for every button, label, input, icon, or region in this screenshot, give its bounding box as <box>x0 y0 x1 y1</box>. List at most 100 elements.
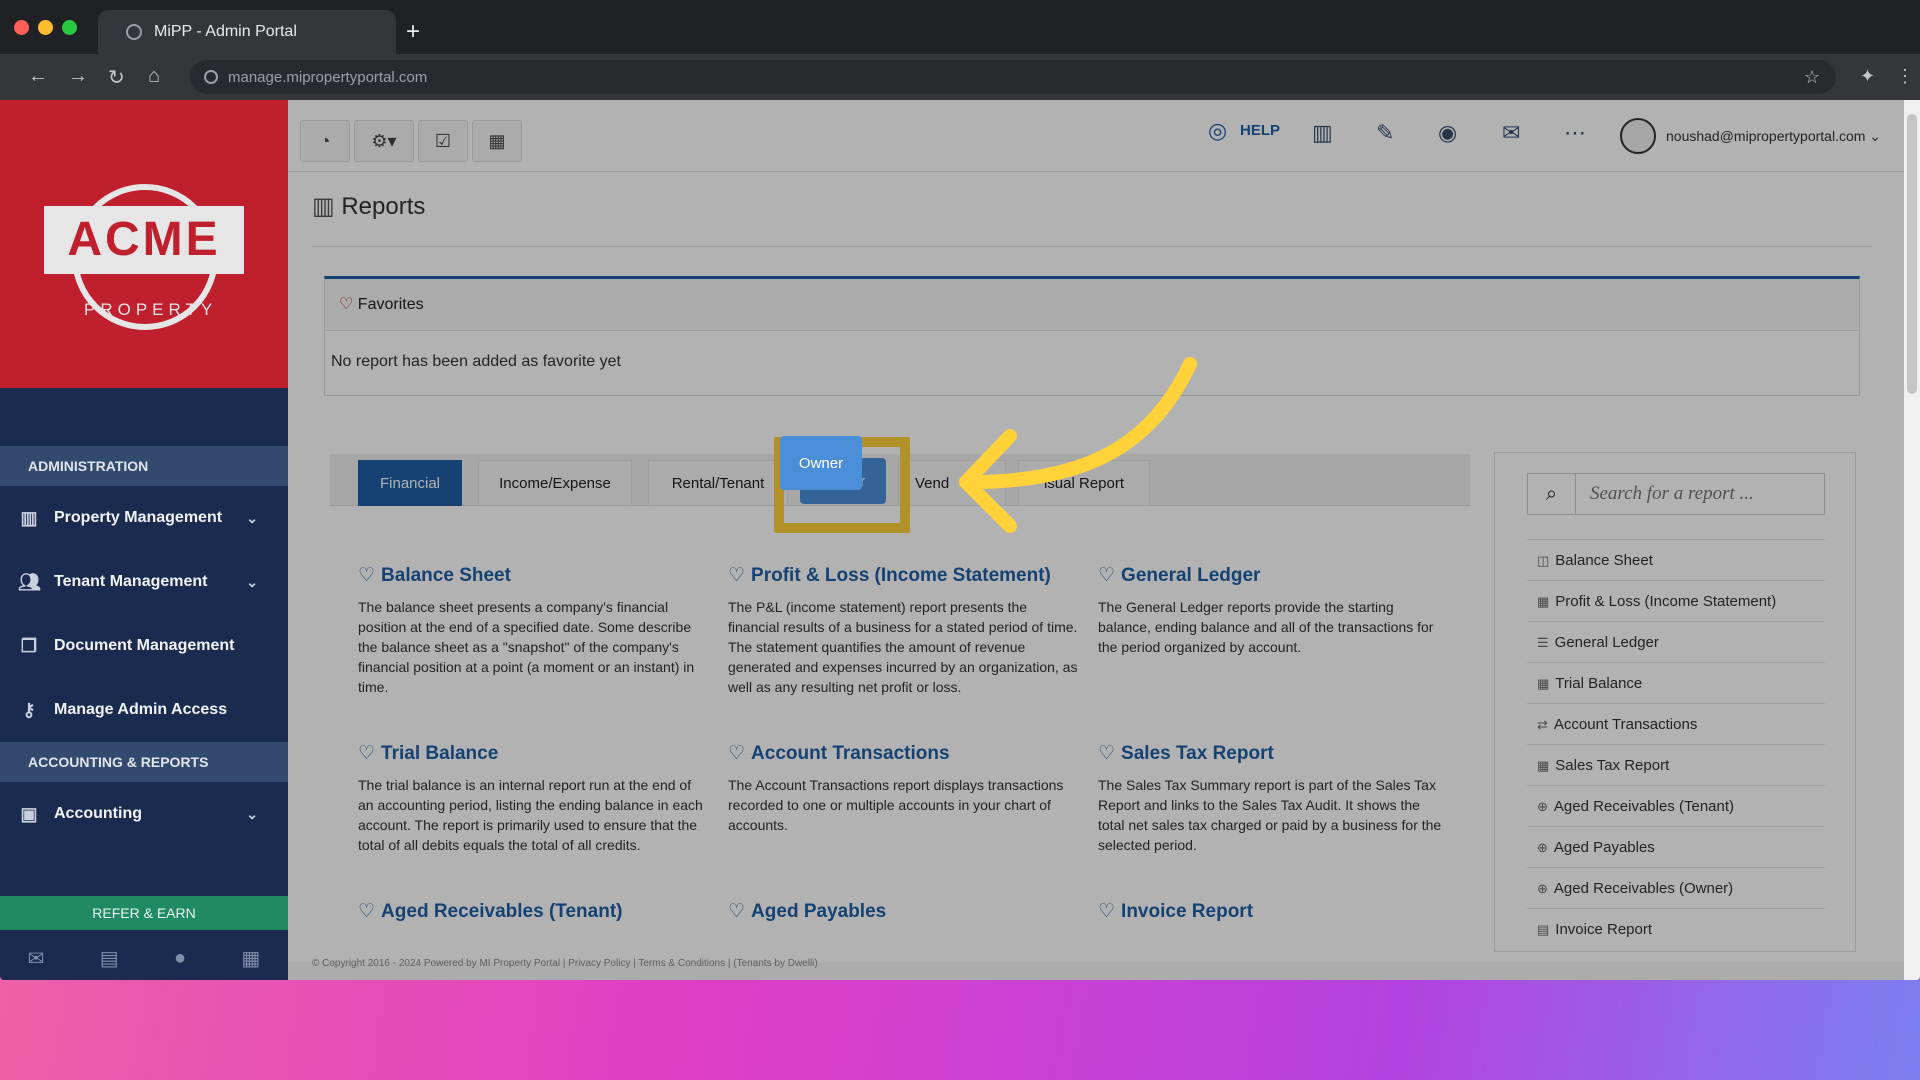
card-title[interactable]: General Ledger <box>1121 565 1260 586</box>
dashboard-button[interactable]: ◔ <box>300 120 350 162</box>
new-tab-button[interactable]: + <box>406 18 420 46</box>
list-item-label: Profit & Loss (Income Statement) <box>1555 593 1777 610</box>
sidebar-bottom-icons: ✉ ▤ ● ▦ <box>0 936 288 980</box>
card-account-transactions[interactable]: ♡ Account Transactions The Account Transa… <box>728 742 1078 835</box>
sidebar-item-property-management[interactable]: ▥ Property Management ⌄ <box>0 486 288 550</box>
list-item[interactable]: ☰ General Ledger <box>1527 621 1825 662</box>
list-item[interactable]: ⇄ Account Transactions <box>1527 703 1825 744</box>
calculator-button[interactable]: ▦ <box>472 120 522 162</box>
minimize-window-icon[interactable] <box>38 20 53 35</box>
list-item[interactable]: ▦ Profit & Loss (Income Statement) <box>1527 580 1825 621</box>
report-icon: ⊕ <box>1537 799 1548 814</box>
tab-visual-report[interactable]: isual Report <box>1018 460 1150 506</box>
eye-icon[interactable]: ◉ <box>1438 120 1457 146</box>
reload-icon[interactable]: ↻ <box>108 65 125 90</box>
card-invoice-report[interactable]: ♡ Invoice Report <box>1098 900 1448 933</box>
user-menu[interactable]: noushad@mipropertyportal.com ⌄ <box>1666 128 1881 145</box>
heart-icon[interactable]: ♡ <box>1098 901 1115 922</box>
search-button[interactable]: ⌕ <box>1528 474 1576 514</box>
card-trial-balance[interactable]: ♡ Trial Balance The trial balance is an i… <box>358 742 708 855</box>
sidebar-item-document-management[interactable]: ❐ Document Management <box>0 614 288 678</box>
tab-bar: MiPP - Admin Portal + <box>0 0 1920 54</box>
browser-tab[interactable]: MiPP - Admin Portal <box>98 10 396 54</box>
heart-icon[interactable]: ♡ <box>1098 565 1115 586</box>
close-window-icon[interactable] <box>14 20 29 35</box>
card-aged-payables[interactable]: ♡ Aged Payables <box>728 900 1078 933</box>
card-description: The balance sheet presents a company's f… <box>358 599 695 695</box>
bar-chart-icon[interactable]: ▥ <box>1312 120 1333 146</box>
tab-vendor[interactable]: Vend <box>898 460 1006 506</box>
sidebar-item-accounting[interactable]: ▣ Accounting ⌄ <box>0 782 288 846</box>
heart-icon[interactable]: ♡ <box>728 901 745 922</box>
sidebar-item-tenant-management[interactable]: 👥︎ Tenant Management ⌄ <box>0 550 288 614</box>
heart-icon[interactable]: ♡ <box>358 565 375 586</box>
list-item[interactable]: ⊕ Aged Receivables (Owner) <box>1527 867 1825 908</box>
list-item[interactable]: ◫ Balance Sheet <box>1527 539 1825 580</box>
mail-icon[interactable]: ✉ <box>28 946 45 971</box>
card-description: The Sales Tax Summary report is part of … <box>1098 777 1442 853</box>
card-sales-tax-report[interactable]: ♡ Sales Tax Report The Sales Tax Summary … <box>1098 742 1448 855</box>
heart-icon[interactable]: ♡ <box>358 901 375 922</box>
user-icon[interactable]: ● <box>174 947 186 970</box>
search-input[interactable] <box>1576 474 1824 514</box>
list-item[interactable]: ▦ Sales Tax Report <box>1527 744 1825 785</box>
list-item-label: Sales Tax Report <box>1555 757 1670 774</box>
card-title[interactable]: Aged Payables <box>751 901 886 922</box>
help-link[interactable]: HELP <box>1240 122 1280 139</box>
envelope-icon[interactable]: ✉ <box>1502 120 1520 146</box>
url-field[interactable]: manage.mipropertyportal.com ☆ <box>190 60 1836 94</box>
calendar-button[interactable]: ☑ <box>418 120 468 162</box>
card-title[interactable]: Aged Receivables (Tenant) <box>381 901 622 922</box>
bookmark-star-icon[interactable]: ☆ <box>1804 67 1820 88</box>
briefcase-icon[interactable]: ▤ <box>100 946 119 971</box>
scrollbar[interactable] <box>1904 100 1920 980</box>
app-root: ACME PROPERTY ADMINISTRATION ▥ Property … <box>0 100 1920 980</box>
card-title[interactable]: Sales Tax Report <box>1121 743 1274 764</box>
extensions-icon[interactable]: ✦ <box>1860 66 1875 87</box>
list-item[interactable]: ⊕ Aged Receivables (Tenant) <box>1527 785 1825 826</box>
home-icon[interactable]: ⌂ <box>148 65 160 88</box>
site-info-icon[interactable] <box>204 70 218 84</box>
tab-financial[interactable]: Financial <box>358 460 462 506</box>
report-icon: ⊕ <box>1537 881 1548 896</box>
list-item-label: Account Transactions <box>1553 716 1698 733</box>
forward-icon[interactable]: → <box>68 65 88 88</box>
browser-menu-icon[interactable]: ⋮ <box>1896 66 1914 87</box>
heart-icon[interactable]: ♡ <box>728 743 745 764</box>
card-profit-loss[interactable]: ♡ Profit & Loss (Income Statement) The P&… <box>728 564 1082 697</box>
scrollbar-thumb[interactable] <box>1907 114 1917 394</box>
tab-income-expense[interactable]: Income/Expense <box>478 460 632 506</box>
lifebuoy-icon[interactable]: ◎ <box>1208 118 1227 144</box>
tab-rental-tenant[interactable]: Rental/Tenant <box>648 460 788 506</box>
card-title[interactable]: Account Transactions <box>751 743 950 764</box>
owner-tab-spotlight[interactable]: Owner <box>780 436 862 490</box>
sidebar-item-manage-admin-access[interactable]: ⚷ Manage Admin Access <box>0 678 288 742</box>
heart-icon[interactable]: ♡ <box>728 565 745 586</box>
card-title[interactable]: Profit & Loss (Income Statement) <box>751 565 1051 586</box>
heart-icon[interactable]: ♡ <box>358 743 375 764</box>
favorites-header: ♡ Favorites <box>325 279 1859 331</box>
browser-window: MiPP - Admin Portal + ← → ↻ ⌂ manage.mip… <box>0 0 1920 980</box>
card-aged-receivables-tenant[interactable]: ♡ Aged Receivables (Tenant) <box>358 900 708 933</box>
maximize-window-icon[interactable] <box>62 20 77 35</box>
list-item[interactable]: ▤ Invoice Report <box>1527 908 1825 949</box>
avatar[interactable] <box>1620 118 1656 154</box>
settings-dropdown-button[interactable]: ⚙▾ <box>354 120 414 162</box>
chevron-down-icon: ⌄ <box>246 509 258 526</box>
refer-earn-button[interactable]: REFER & EARN <box>0 896 288 930</box>
back-icon[interactable]: ← <box>28 65 48 88</box>
acme-logo[interactable]: ACME PROPERTY <box>0 100 288 388</box>
gear-icon: ⚙▾ <box>371 130 397 151</box>
card-balance-sheet[interactable]: ♡ Balance Sheet The balance sheet present… <box>358 564 708 697</box>
card-title[interactable]: Invoice Report <box>1121 901 1253 922</box>
heart-icon[interactable]: ♡ <box>1098 743 1115 764</box>
list-item[interactable]: ▦ Trial Balance <box>1527 662 1825 703</box>
list-item[interactable]: ⊕ Aged Payables <box>1527 826 1825 867</box>
card-title[interactable]: Trial Balance <box>381 743 498 764</box>
report-list: ◫ Balance Sheet ▦ Profit & Loss (Income St… <box>1527 539 1825 949</box>
more-icon[interactable]: ⋯ <box>1564 120 1586 146</box>
card-general-ledger[interactable]: ♡ General Ledger The General Ledger repor… <box>1098 564 1448 657</box>
wrench-icon[interactable]: ✎ <box>1376 120 1394 146</box>
calculator-icon[interactable]: ▦ <box>241 946 260 971</box>
card-title[interactable]: Balance Sheet <box>381 565 511 586</box>
